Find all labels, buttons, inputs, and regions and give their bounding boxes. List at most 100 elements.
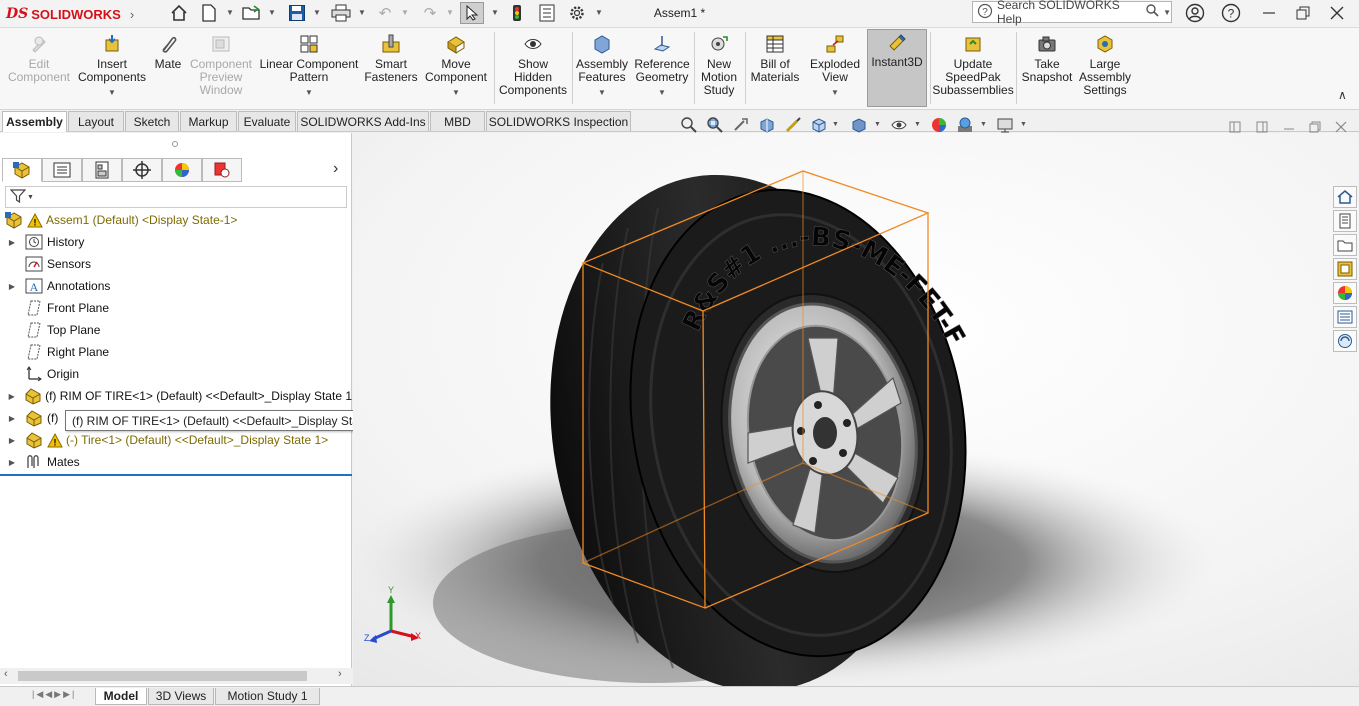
- edit-component-button[interactable]: Edit Component: [4, 32, 74, 106]
- zoom-to-fit-icon[interactable]: [678, 115, 700, 135]
- task-pane-solidworks-forum-icon[interactable]: [1333, 330, 1357, 352]
- restore-icon[interactable]: [1289, 2, 1317, 24]
- tree-item-tire[interactable]: ▶ ! (-) Tire<1> (Default) <<Default>_Dis…: [6, 429, 328, 451]
- dynamic-annotation-icon[interactable]: [782, 115, 804, 135]
- hide-show-dropdown-chevron-icon[interactable]: ▼: [914, 121, 921, 128]
- tire-model-render[interactable]: R&S#1 ...-BS-ME-FET-F23-SECTION-B: [353, 133, 1359, 686]
- task-pane-design-library-icon[interactable]: [1333, 234, 1357, 256]
- component-preview-window-button[interactable]: Component Preview Window: [188, 32, 254, 106]
- viewport-minimize-icon[interactable]: [1278, 118, 1300, 136]
- apply-scene-dropdown-chevron-icon[interactable]: ▼: [980, 121, 987, 128]
- tab-sketch[interactable]: Sketch: [125, 111, 179, 131]
- open-dropdown-chevron-icon[interactable]: ▼: [268, 8, 276, 18]
- section-view-icon[interactable]: [756, 115, 778, 135]
- tree-root-assembly[interactable]: ! Assem1 (Default) <Display State-1>: [0, 209, 237, 231]
- options-dropdown-chevron-icon[interactable]: ▼: [595, 8, 603, 18]
- task-pane-custom-properties-icon[interactable]: [1333, 306, 1357, 328]
- tab-markup[interactable]: Markup: [180, 111, 237, 131]
- move-component-dropdown-chevron-icon[interactable]: ▼: [452, 86, 460, 99]
- expand-arrow-icon[interactable]: ▶: [6, 458, 18, 467]
- scroll-left-arrow-icon[interactable]: ‹: [4, 668, 8, 680]
- previous-view-icon[interactable]: [730, 115, 752, 135]
- user-account-icon[interactable]: [1181, 2, 1209, 24]
- new-motion-study-button[interactable]: New Motion Study: [697, 32, 741, 106]
- undo-icon[interactable]: ↶: [373, 2, 397, 24]
- graphics-viewport[interactable]: R&S#1 ...-BS-ME-FET-F23-SECTION-B: [353, 133, 1359, 686]
- task-pane-home-icon[interactable]: [1333, 186, 1357, 208]
- assembly-features-dropdown-chevron-icon[interactable]: ▼: [598, 86, 606, 99]
- tab-model[interactable]: Model: [95, 688, 147, 705]
- tree-item-sensors[interactable]: Sensors: [6, 253, 91, 275]
- display-manager-tab-icon[interactable]: [162, 158, 202, 182]
- configuration-manager-tab-icon[interactable]: [82, 158, 122, 182]
- mate-button[interactable]: Mate: [151, 32, 185, 106]
- filter-dropdown-chevron-icon[interactable]: ▼: [27, 194, 34, 201]
- hide-show-items-icon[interactable]: [888, 115, 910, 135]
- view-orientation-icon[interactable]: [808, 115, 830, 135]
- select-pointer-icon[interactable]: [460, 2, 484, 24]
- reference-geometry-button[interactable]: Reference Geometry ▼: [633, 32, 691, 106]
- expand-arrow-icon[interactable]: ▶: [6, 238, 18, 247]
- viewport-close-icon[interactable]: [1330, 118, 1352, 136]
- redo-icon[interactable]: ↷: [418, 2, 442, 24]
- move-component-button[interactable]: Move Component ▼: [422, 32, 490, 106]
- options-gear-icon[interactable]: [565, 2, 589, 24]
- tree-item-front-plane[interactable]: Front Plane: [6, 297, 109, 319]
- tab-3d-views[interactable]: 3D Views: [148, 688, 214, 705]
- scrollbar-thumb[interactable]: [18, 671, 307, 681]
- close-icon[interactable]: [1323, 2, 1351, 24]
- tab-assembly[interactable]: Assembly: [2, 111, 67, 132]
- help-circle-icon[interactable]: ?: [1217, 2, 1245, 24]
- open-folder-icon[interactable]: [240, 2, 264, 24]
- insert-components-dropdown-chevron-icon[interactable]: ▼: [108, 86, 116, 99]
- tab-motion-study-1[interactable]: Motion Study 1: [215, 688, 320, 705]
- save-icon[interactable]: [285, 2, 309, 24]
- redo-dropdown-chevron-icon[interactable]: ▼: [446, 8, 454, 18]
- cam-manager-tab-icon[interactable]: [202, 158, 242, 182]
- file-properties-icon[interactable]: [535, 2, 559, 24]
- tree-item-origin[interactable]: Origin: [6, 363, 79, 385]
- tab-evaluate[interactable]: Evaluate: [238, 111, 296, 131]
- task-pane-resources-icon[interactable]: [1333, 210, 1357, 232]
- minimize-icon[interactable]: [1255, 2, 1283, 24]
- new-document-icon[interactable]: [197, 2, 221, 24]
- show-hidden-components-button[interactable]: Show Hidden Components: [497, 32, 569, 106]
- viewport-tile-left-icon[interactable]: [1224, 118, 1246, 136]
- tab-mbd[interactable]: MBD: [430, 111, 485, 131]
- display-style-icon[interactable]: [848, 115, 870, 135]
- search-dropdown-chevron-icon[interactable]: ▼: [1163, 8, 1171, 17]
- undo-dropdown-chevron-icon[interactable]: ▼: [401, 8, 409, 18]
- exploded-view-button[interactable]: Exploded View ▼: [807, 32, 863, 106]
- task-pane-appearances-icon[interactable]: [1333, 282, 1357, 304]
- tree-item-mates[interactable]: ▶ Mates: [6, 451, 80, 473]
- assembly-features-button[interactable]: Assembly Features ▼: [575, 32, 629, 106]
- pane-tabs-more-chevron-icon[interactable]: ›: [333, 160, 338, 178]
- tree-item-second-rim[interactable]: ▶ (f): [6, 407, 58, 429]
- bill-of-materials-button[interactable]: Bill of Materials: [748, 32, 802, 106]
- take-snapshot-button[interactable]: Take Snapshot: [1019, 32, 1075, 106]
- dimxpert-manager-tab-icon[interactable]: [122, 158, 162, 182]
- scroll-right-arrow-icon[interactable]: ›: [338, 668, 342, 680]
- exploded-view-dropdown-chevron-icon[interactable]: ▼: [831, 86, 839, 99]
- tree-item-rim-of-tire[interactable]: ▶ (f) RIM OF TIRE<1> (Default) <<Default…: [6, 385, 352, 407]
- chevron-right-icon[interactable]: ›: [120, 3, 144, 25]
- linear-pattern-dropdown-chevron-icon[interactable]: ▼: [305, 86, 313, 99]
- view-settings-dropdown-chevron-icon[interactable]: ▼: [1020, 121, 1027, 128]
- tab-layout[interactable]: Layout: [68, 111, 124, 131]
- tab-scroll-arrows-icon[interactable]: |◀◀▶▶|: [32, 689, 76, 700]
- solidworks-logo[interactable]: DS SOLIDWORKS: [6, 4, 121, 24]
- pane-splitter-handle[interactable]: [172, 141, 178, 147]
- smart-fasteners-button[interactable]: Smart Fasteners: [364, 32, 418, 106]
- new-dropdown-chevron-icon[interactable]: ▼: [226, 8, 234, 18]
- viewport-restore-icon[interactable]: [1304, 118, 1326, 136]
- instant3d-button[interactable]: Instant3D: [867, 29, 927, 107]
- edit-appearance-icon[interactable]: [928, 115, 950, 135]
- tree-filter-input[interactable]: ▼: [5, 186, 347, 208]
- expand-arrow-icon[interactable]: ▶: [6, 392, 17, 401]
- tab-solidworks-inspection[interactable]: SOLIDWORKS Inspection: [486, 111, 631, 131]
- tree-item-history[interactable]: ▶ History: [6, 231, 84, 253]
- featuremanager-tree-tab-icon[interactable]: [2, 158, 42, 182]
- task-pane-file-explorer-icon[interactable]: [1333, 258, 1357, 280]
- update-speedpak-subassemblies-button[interactable]: Update SpeedPak Subassemblies: [932, 32, 1014, 106]
- apply-scene-icon[interactable]: [954, 115, 976, 135]
